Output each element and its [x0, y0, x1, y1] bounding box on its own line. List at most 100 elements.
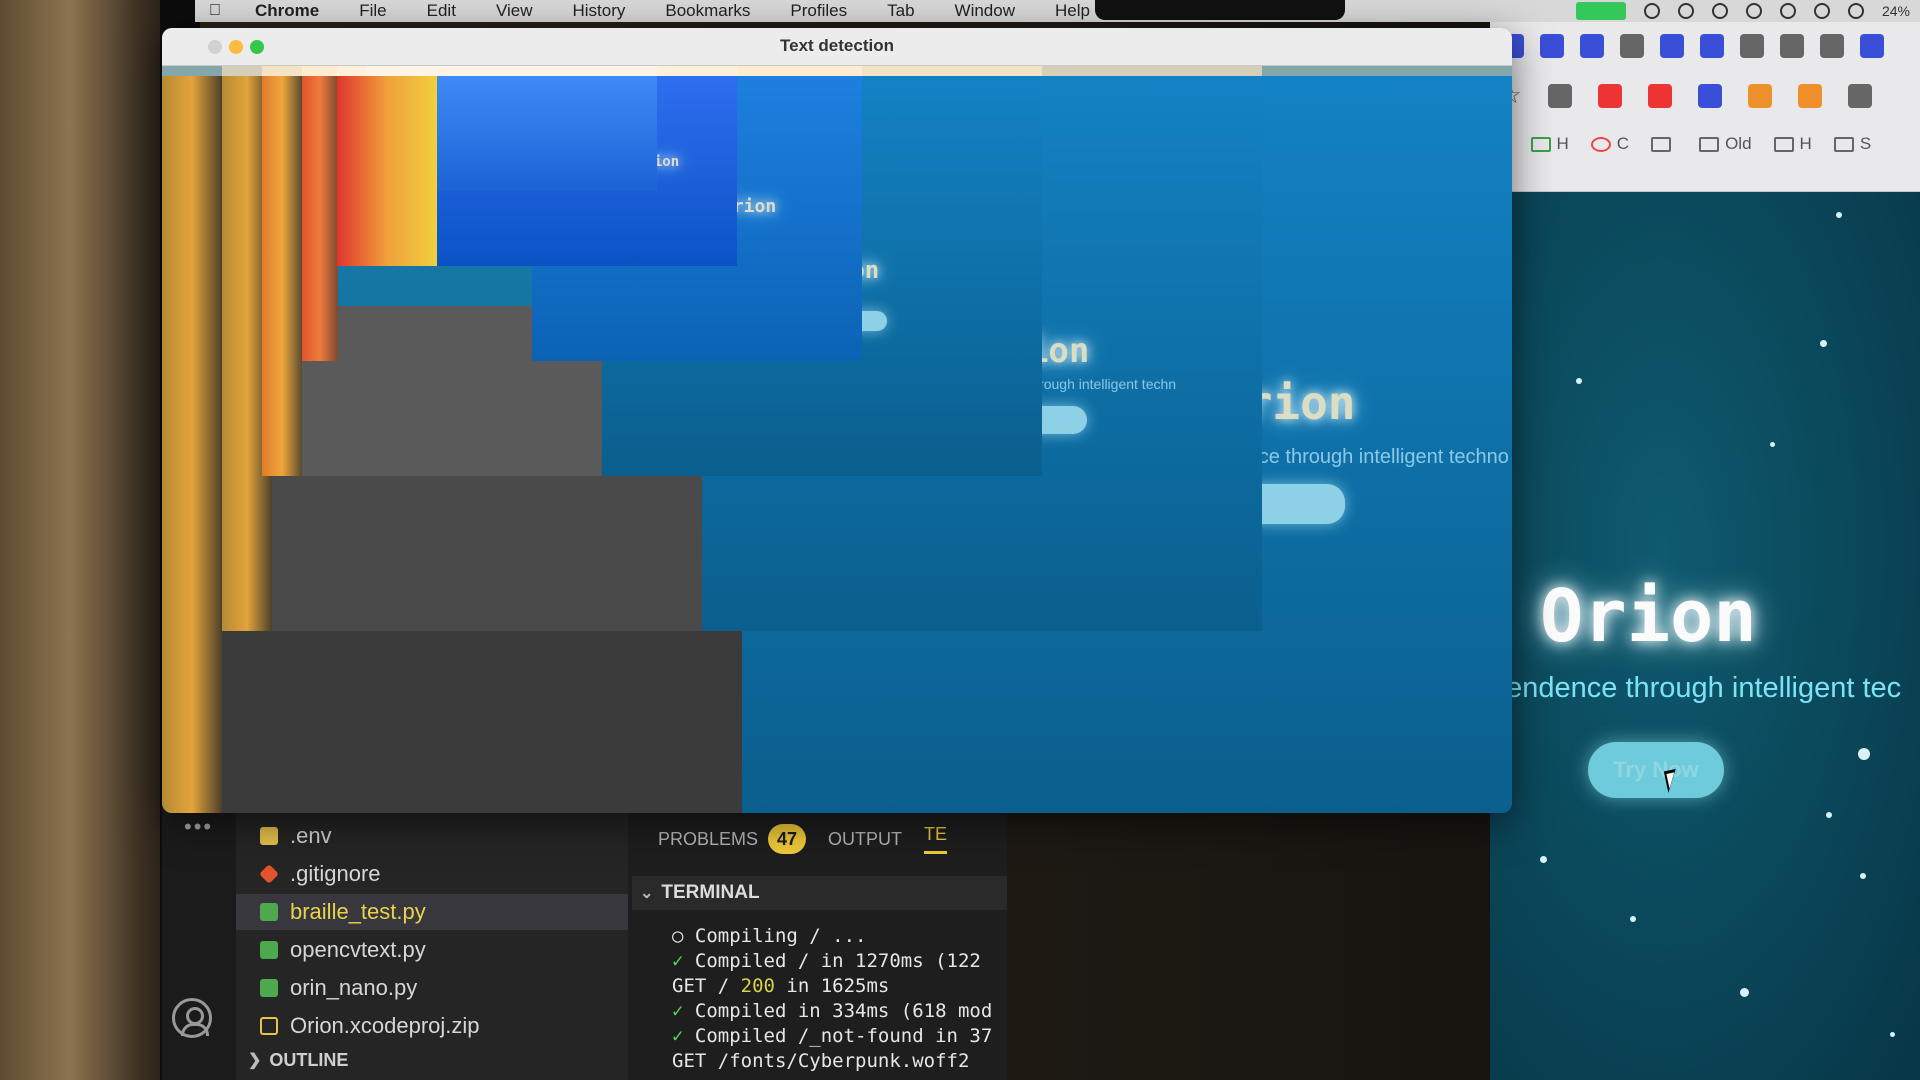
metamask-icon[interactable]	[1797, 84, 1822, 108]
star-particle	[1630, 916, 1636, 922]
sheet-icon[interactable]	[1620, 34, 1644, 58]
list-icon[interactable]	[1700, 34, 1724, 58]
bookmark-folder[interactable]: H	[1773, 134, 1812, 154]
file-row[interactable]: Orion.xcodeproj.zip	[236, 1008, 628, 1044]
try-now-button[interactable]: Try Now	[1588, 742, 1724, 798]
bookmark-item[interactable]	[1651, 134, 1677, 154]
file-row[interactable]: .gitignore	[236, 856, 628, 892]
lock-icon	[260, 827, 278, 845]
terminal-line: GET /fonts/Cyberpunk.woff2	[672, 1050, 970, 1072]
chevron-down-icon: ⌄	[640, 885, 654, 902]
python-icon	[260, 903, 278, 921]
bookmark-item[interactable]: C	[1590, 134, 1629, 154]
terminal-title: TERMINAL	[661, 882, 760, 903]
apple-icon[interactable]: 	[195, 2, 235, 20]
capture-preview: Orion pendence through intelligent techn…	[162, 66, 1512, 813]
folder-icon	[1833, 137, 1854, 153]
file-row[interactable]: .env	[236, 818, 628, 854]
menu-app-chrome[interactable]: Chrome	[235, 1, 339, 21]
menu-bookmarks[interactable]: Bookmarks	[645, 1, 770, 21]
github-icon[interactable]	[1780, 34, 1804, 58]
doc-icon[interactable]	[1860, 34, 1884, 58]
outline-label: OUTLINE	[269, 1049, 349, 1070]
sidebar-icon[interactable]	[1847, 84, 1872, 108]
menu-window[interactable]: Window	[935, 1, 1035, 21]
bookmarks-bar: s H C Old H S	[1500, 134, 1871, 154]
moon-icon[interactable]	[1847, 3, 1864, 19]
star-particle	[1576, 378, 1582, 384]
facetime-icon[interactable]	[1575, 2, 1626, 20]
star-particle	[1740, 988, 1749, 997]
camera-notch	[1095, 0, 1345, 20]
openai-icon[interactable]	[1677, 3, 1694, 19]
menu-history[interactable]: History	[552, 1, 645, 21]
bookmark-folder[interactable]: Old	[1699, 134, 1752, 154]
orion-title: Orion	[1540, 574, 1757, 658]
bookmark-item[interactable]: H	[1530, 134, 1569, 154]
extension-icon[interactable]	[1547, 84, 1572, 108]
star-particle	[1890, 1032, 1895, 1037]
outline-section[interactable]: ❯ OUTLINE	[236, 1046, 628, 1074]
terminal-output: ○ Compiling / ... ✓ Compiled / in 1270ms…	[672, 924, 1007, 1074]
menu-tab[interactable]: Tab	[867, 1, 934, 21]
desktop:  Chrome File Edit View History Bookmark…	[0, 0, 1920, 1080]
file-row[interactable]: opencvtext.py	[236, 932, 628, 968]
product-hunt-icon[interactable]	[1747, 84, 1772, 108]
menu-view[interactable]: View	[476, 1, 553, 21]
python-icon	[260, 979, 278, 997]
wifi-icon[interactable]	[1813, 3, 1830, 19]
python-icon	[260, 941, 278, 959]
reader-icon[interactable]	[1697, 84, 1722, 108]
terminal-line: GET / 200 in 1625ms	[672, 975, 890, 997]
extensions-toolbar: ☆	[1500, 84, 1872, 108]
tab-output[interactable]: OUTPUT	[828, 829, 902, 850]
orion-tagline: pendence through intelligent tec	[1490, 672, 1902, 704]
terminal-header[interactable]: ⌄ TERMINAL	[632, 876, 1007, 910]
window-title: Text detection	[780, 36, 894, 55]
account-icon[interactable]	[172, 998, 212, 1038]
page-icon	[1651, 137, 1672, 153]
chrome-window: ☆ s H C Old H S	[1490, 22, 1920, 1080]
panel-tabs: PROBLEMS 47 OUTPUT TE	[632, 818, 948, 860]
capture-strip	[302, 76, 338, 361]
menu-profiles[interactable]: Profiles	[770, 1, 867, 21]
file-row[interactable]: orin_nano.py	[236, 970, 628, 1006]
menu-bar:  Chrome File Edit View History Bookmark…	[195, 0, 1920, 22]
window-titlebar[interactable]: Text detection	[162, 28, 1512, 66]
more-icon[interactable]: •••	[184, 814, 213, 840]
bookmark-folder[interactable]: S	[1833, 134, 1871, 154]
battery-percent: 24%	[1881, 3, 1910, 19]
file-name: .env	[290, 823, 332, 848]
folder-icon	[1773, 137, 1794, 153]
file-name: orin_nano.py	[290, 975, 418, 1000]
tab-terminal[interactable]: TE	[924, 824, 948, 854]
star-particle	[1826, 812, 1832, 818]
star-particle	[1836, 212, 1842, 218]
control-center-icon[interactable]	[1779, 3, 1796, 19]
menu-file[interactable]: File	[339, 1, 406, 21]
chevron-right-icon: ❯	[248, 1052, 262, 1069]
menu-edit[interactable]: Edit	[407, 1, 476, 21]
capture-strip	[162, 76, 222, 813]
file-row-selected[interactable]: braille_test.py	[236, 894, 628, 930]
grammarly-icon[interactable]	[1643, 3, 1660, 19]
box-icon[interactable]	[1745, 3, 1762, 19]
git-icon	[259, 864, 279, 884]
vscode-window: ••• yolov5 .env .gitignore braille_test.…	[162, 800, 1007, 1080]
github-icon[interactable]	[1820, 34, 1844, 58]
zip-icon	[260, 1017, 278, 1035]
doc-icon[interactable]	[1660, 34, 1684, 58]
capture-strip	[262, 76, 302, 476]
tab-icon[interactable]	[1740, 34, 1764, 58]
tab-problems[interactable]: PROBLEMS 47	[658, 824, 807, 854]
doc-icon[interactable]	[1580, 34, 1604, 58]
star-particle	[1858, 748, 1870, 760]
doc-icon[interactable]	[1540, 34, 1564, 58]
file-name: opencvtext.py	[290, 937, 426, 962]
terminal-line: ○ Compiling / ...	[672, 925, 867, 947]
play-icon[interactable]	[1647, 84, 1672, 108]
youtube-icon[interactable]	[1597, 84, 1622, 108]
sync-icon[interactable]	[1711, 3, 1728, 19]
text-detection-window[interactable]: Text detection Orion pendence through in…	[162, 28, 1512, 813]
extension-row	[1500, 34, 1884, 58]
